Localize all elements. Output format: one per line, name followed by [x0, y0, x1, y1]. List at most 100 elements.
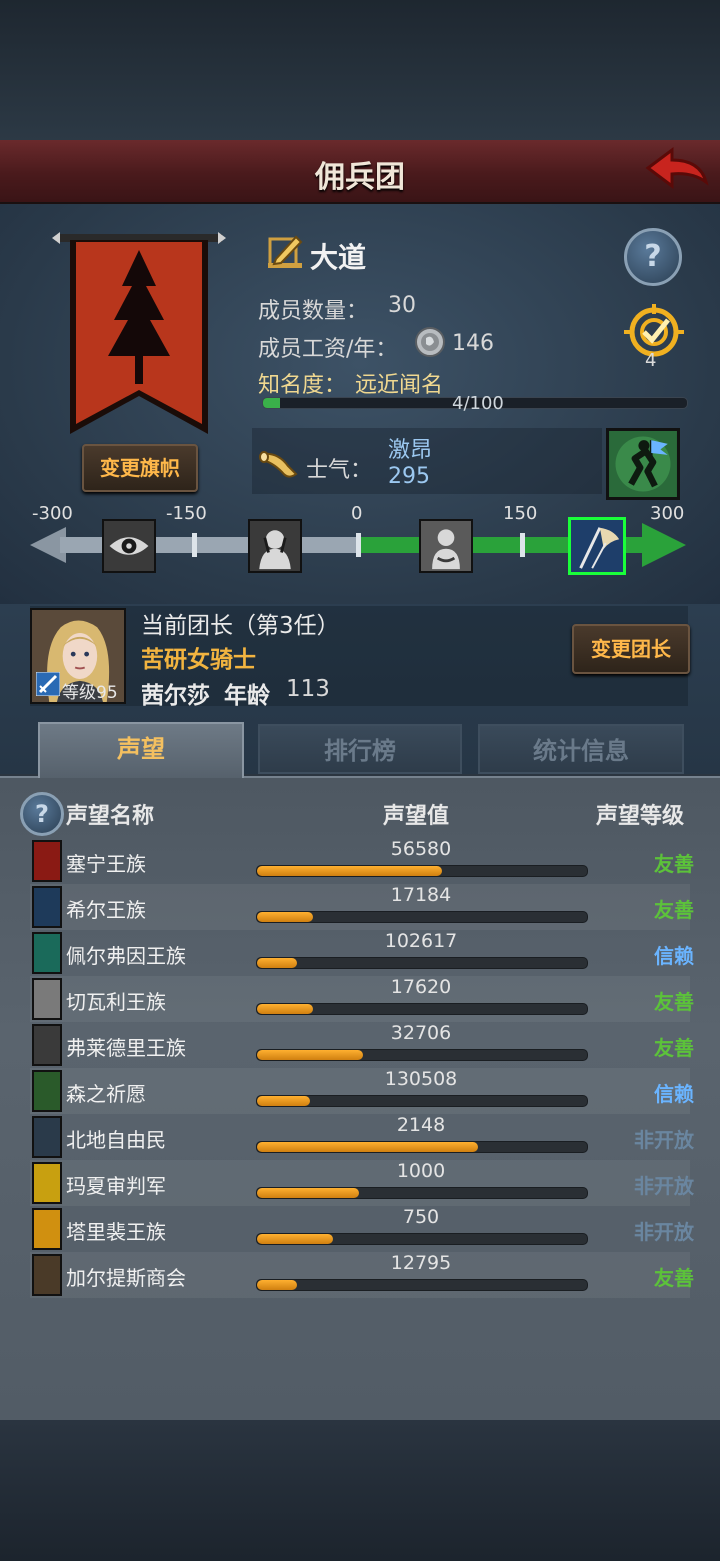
- faction-name: 弗莱德里王族: [66, 1036, 186, 1060]
- change-leader-button[interactable]: 变更团长: [572, 624, 690, 674]
- table-row[interactable]: 玛夏审判军 1000 非开放: [30, 1160, 694, 1206]
- table-row[interactable]: 弗莱德里王族 32706 友善: [30, 1022, 694, 1068]
- edit-name-icon[interactable]: [266, 233, 304, 271]
- reputation-progress-bar: [256, 1049, 588, 1061]
- col-header-level: 声望等级: [596, 804, 685, 829]
- faction-crest-icon: [32, 1116, 62, 1158]
- reputation-value: 32706: [390, 1022, 452, 1044]
- page-title: 佣兵团: [315, 160, 405, 195]
- faction-name: 塔里裴王族: [66, 1220, 166, 1244]
- leader-age-label: 年龄: [224, 683, 270, 709]
- scale-tick-label: -150: [166, 503, 207, 524]
- reputation-value: 17184: [390, 884, 452, 906]
- tab-ranking[interactable]: 排行榜: [258, 724, 462, 774]
- faction-name: 森之祈愿: [66, 1082, 146, 1106]
- scale-tick-label: 300: [650, 503, 685, 524]
- leader-title: 当前团长（第3任）: [141, 613, 340, 639]
- reputation-level: 友善: [654, 898, 694, 922]
- help-icon[interactable]: ?: [624, 228, 682, 286]
- faction-crest-icon: [32, 886, 62, 928]
- horn-icon: [259, 451, 298, 478]
- reputation-progress-fill: [257, 1280, 297, 1290]
- reputation-level: 非开放: [634, 1174, 694, 1198]
- reputation-progress-fill: [257, 1142, 479, 1152]
- faction-name: 塞宁王族: [66, 852, 146, 876]
- reputation-progress-bar: [256, 1279, 588, 1291]
- faction-crest-icon: [32, 1254, 62, 1296]
- table-row[interactable]: 塞宁王族 56580 友善: [30, 838, 694, 884]
- faction-crest-icon: [32, 1208, 62, 1250]
- reputation-progress-bar: [256, 911, 588, 923]
- reputation-value: 1000: [396, 1160, 446, 1182]
- victory-flag-icon[interactable]: [568, 517, 626, 575]
- leader-name: 茜尔莎: [141, 683, 210, 709]
- reputation-level: 信赖: [654, 1082, 694, 1106]
- faction-name: 佩尔弗因王族: [66, 944, 186, 968]
- reputation-progress-bar: [256, 1233, 588, 1245]
- reputation-progress-bar: [256, 957, 588, 969]
- table-row[interactable]: 切瓦利王族 17620 友善: [30, 976, 694, 1022]
- reputation-progress-fill: [257, 958, 297, 968]
- table-row[interactable]: 希尔王族 17184 友善: [30, 884, 694, 930]
- tab-reputation[interactable]: 声望: [38, 722, 244, 778]
- faction-crest-icon: [32, 1070, 62, 1112]
- reputation-progress-bar: [256, 865, 588, 877]
- reputation-value: 12795: [390, 1252, 452, 1274]
- reputation-progress-bar: [256, 1187, 588, 1199]
- faction-name: 北地自由民: [66, 1128, 166, 1152]
- reputation-level: 信赖: [654, 944, 694, 968]
- faction-name: 切瓦利王族: [66, 990, 166, 1014]
- reputation-progress-fill: [257, 1050, 363, 1060]
- reputation-value: 56580: [390, 838, 452, 860]
- fame-progress-fill: [263, 398, 280, 408]
- tab-statistics[interactable]: 统计信息: [478, 724, 684, 774]
- help-icon[interactable]: ?: [20, 792, 64, 836]
- faction-crest-icon: [32, 932, 62, 974]
- guild-name: 大道: [310, 241, 367, 274]
- back-arrow-icon[interactable]: [644, 146, 710, 194]
- table-row[interactable]: 塔里裴王族 750 非开放: [30, 1206, 694, 1252]
- reputation-level: 非开放: [634, 1220, 694, 1244]
- reputation-progress-fill: [257, 1234, 333, 1244]
- reputation-level: 友善: [654, 990, 694, 1014]
- morale-state: 激昂: [388, 438, 433, 463]
- calm-icon[interactable]: [419, 519, 473, 573]
- reputation-progress-fill: [257, 1188, 360, 1198]
- fame-label: 知名度：: [258, 373, 347, 398]
- table-row[interactable]: 佩尔弗因王族 102617 信赖: [30, 930, 694, 976]
- faction-name: 玛夏审判军: [66, 1174, 166, 1198]
- member-count-value: 30: [388, 293, 416, 318]
- reputation-value: 130508: [384, 1068, 458, 1090]
- fame-progress-text: 4/100: [452, 393, 504, 414]
- fame-title: 远近闻名: [355, 373, 444, 398]
- reputation-value: 17620: [390, 976, 452, 998]
- reputation-level: 非开放: [634, 1128, 694, 1152]
- weeping-icon[interactable]: [248, 519, 302, 573]
- table-row[interactable]: 森之祈愿 130508 信赖: [30, 1068, 694, 1114]
- top-background: [0, 0, 720, 140]
- reputation-progress-fill: [257, 1004, 314, 1014]
- salary-label: 成员工资/年：: [258, 337, 398, 362]
- guild-banner: [52, 232, 226, 434]
- reputation-value: 750: [402, 1206, 440, 1228]
- scale-tick-label: -300: [32, 503, 73, 524]
- faction-name: 加尔提斯商会: [66, 1266, 186, 1290]
- leader-level: 等级95: [62, 683, 118, 703]
- badge-count: 4: [645, 350, 657, 371]
- table-row[interactable]: 北地自由民 2148 非开放: [30, 1114, 694, 1160]
- title-bar: 佣兵团: [0, 140, 720, 205]
- silver-coin-icon: [415, 327, 445, 357]
- col-header-value: 声望值: [383, 804, 450, 829]
- faction-name: 希尔王族: [66, 898, 146, 922]
- reputation-progress-bar: [256, 1141, 588, 1153]
- change-flag-button[interactable]: 变更旗帜: [82, 444, 198, 492]
- reputation-level: 友善: [654, 852, 694, 876]
- faction-crest-icon: [32, 978, 62, 1020]
- scale-tick-label: 150: [503, 503, 538, 524]
- faction-crest-icon: [32, 1162, 62, 1204]
- charge-flag-icon[interactable]: [606, 428, 680, 500]
- morale-value: 295: [388, 464, 430, 489]
- eye-icon[interactable]: [102, 519, 156, 573]
- reputation-value: 2148: [396, 1114, 446, 1136]
- table-row[interactable]: 加尔提斯商会 12795 友善: [30, 1252, 694, 1298]
